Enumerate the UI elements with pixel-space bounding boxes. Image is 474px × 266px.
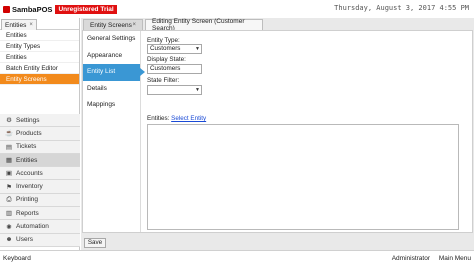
nav-printing[interactable]: ⎙ Printing [0, 193, 80, 208]
entity-type-select[interactable]: Customers ▼ [147, 44, 202, 54]
nav-label: Automation [16, 223, 49, 231]
nav-accounts[interactable]: ▣ Accounts [0, 167, 80, 181]
app-logo: SambaPOS Unregistered Trial [3, 3, 117, 15]
entity-type-value: Customers [150, 45, 181, 52]
trial-badge: Unregistered Trial [55, 4, 117, 14]
nav-entities[interactable]: ▦ Entities [0, 153, 80, 168]
nav-settings[interactable]: ⚙ Settings [0, 114, 80, 128]
nav-automation[interactable]: ✺ Automation [0, 220, 80, 234]
nav-label: Accounts [16, 169, 43, 177]
logo-mark-icon [3, 5, 10, 13]
top-bar: SambaPOS Unregistered Trial Thursday, Au… [0, 0, 474, 18]
nav-inventory[interactable]: ⚑ Inventory [0, 180, 80, 194]
nav-tickets[interactable]: ▤ Tickets [0, 140, 80, 154]
nav-label: Products [16, 129, 42, 137]
users-icon: ☻ [5, 236, 13, 244]
display-state-value: Customers [150, 65, 181, 72]
editor-section-menu: General Settings Appearance Entity List … [83, 31, 145, 232]
tab-label: Entity Screens [90, 21, 132, 29]
nav-label: Reports [16, 209, 39, 217]
entity-list-form: Entity Type: Customers ▼ Display State: … [147, 31, 467, 232]
tab-entity-screens[interactable]: Entity Screens × [83, 19, 143, 30]
sidebar: Entities × Entities Entity Types Entitie… [0, 18, 80, 250]
section-mappings[interactable]: Mappings [83, 97, 140, 114]
close-icon[interactable]: × [132, 22, 136, 28]
sidebar-item-entities[interactable]: Entities [0, 52, 79, 63]
status-bar: Keyboard Administrator Main Menu [0, 250, 474, 266]
entities-row: Entities: Select Entity [147, 115, 206, 122]
sidebar-item-batch-entity-editor[interactable]: Batch Entity Editor [0, 63, 79, 74]
section-general-settings[interactable]: General Settings [83, 31, 140, 48]
chevron-down-icon: ▼ [195, 87, 200, 93]
keyboard-button[interactable]: Keyboard [3, 255, 31, 262]
chevron-down-icon: ▼ [195, 46, 200, 52]
nav-label: Inventory [16, 183, 43, 191]
accounts-icon: ▣ [5, 170, 13, 178]
entities-list-box[interactable] [147, 124, 459, 230]
sidebar-tabstrip: Entities × [0, 18, 79, 30]
tab-entities[interactable]: Entities × [1, 19, 37, 30]
nav-label: Settings [16, 116, 40, 124]
section-entity-list[interactable]: Entity List [83, 64, 145, 81]
editor-panel: General Settings Appearance Entity List … [82, 30, 473, 233]
nav-label: Entities [16, 156, 38, 164]
state-filter-label: State Filter: [147, 77, 180, 84]
sidebar-item-entities-header[interactable]: Entities [0, 30, 79, 41]
display-state-label: Display State: [147, 56, 186, 63]
save-button[interactable]: Save [84, 238, 106, 248]
nav-reports[interactable]: ▥ Reports [0, 207, 80, 221]
tab-editing-entity-screen[interactable]: Editing Entity Screen (Customer Search) [145, 18, 263, 32]
entity-type-label: Entity Type: [147, 37, 180, 44]
document-tabs: Entity Screens × Editing Entity Screen (… [81, 18, 474, 32]
sidebar-item-entity-screens[interactable]: Entity Screens [0, 74, 79, 85]
entities-icon: ▦ [5, 157, 13, 165]
printer-icon: ⎙ [6, 195, 12, 203]
tickets-icon: ▤ [5, 143, 13, 151]
inventory-icon: ⚑ [6, 183, 12, 191]
nav-label: Users [16, 236, 33, 244]
nav-label: Printing [16, 196, 39, 204]
close-icon[interactable]: × [29, 22, 33, 28]
main-menu-button[interactable]: Main Menu [439, 255, 471, 262]
reports-icon: ▥ [5, 210, 13, 218]
products-icon: ☕ [5, 130, 14, 138]
automation-icon: ✺ [6, 223, 12, 231]
entities-label: Entities: [147, 115, 170, 122]
section-details[interactable]: Details [83, 81, 140, 98]
section-appearance[interactable]: Appearance [83, 48, 140, 65]
app-name: SambaPOS [12, 4, 53, 14]
nav-products[interactable]: ☕ Products [0, 127, 80, 141]
main-nav: ⚙ Settings ☕ Products ▤ Tickets ▦ Entiti… [0, 114, 80, 247]
gear-icon: ⚙ [6, 117, 12, 125]
current-user: Administrator [391, 255, 430, 262]
nav-label: Tickets [16, 143, 37, 151]
tab-entities-label: Entities [5, 21, 27, 29]
clock: Thursday, August 3, 2017 4:55 PM [334, 4, 469, 12]
sidebar-item-entity-types[interactable]: Entity Types [0, 41, 79, 52]
display-state-input[interactable]: Customers [147, 64, 202, 74]
main-area: Entity Screens × Editing Entity Screen (… [81, 18, 474, 250]
state-filter-select[interactable]: ▼ [147, 85, 202, 95]
select-entity-link[interactable]: Select Entity [171, 115, 206, 122]
nav-users[interactable]: ☻ Users [0, 233, 80, 247]
